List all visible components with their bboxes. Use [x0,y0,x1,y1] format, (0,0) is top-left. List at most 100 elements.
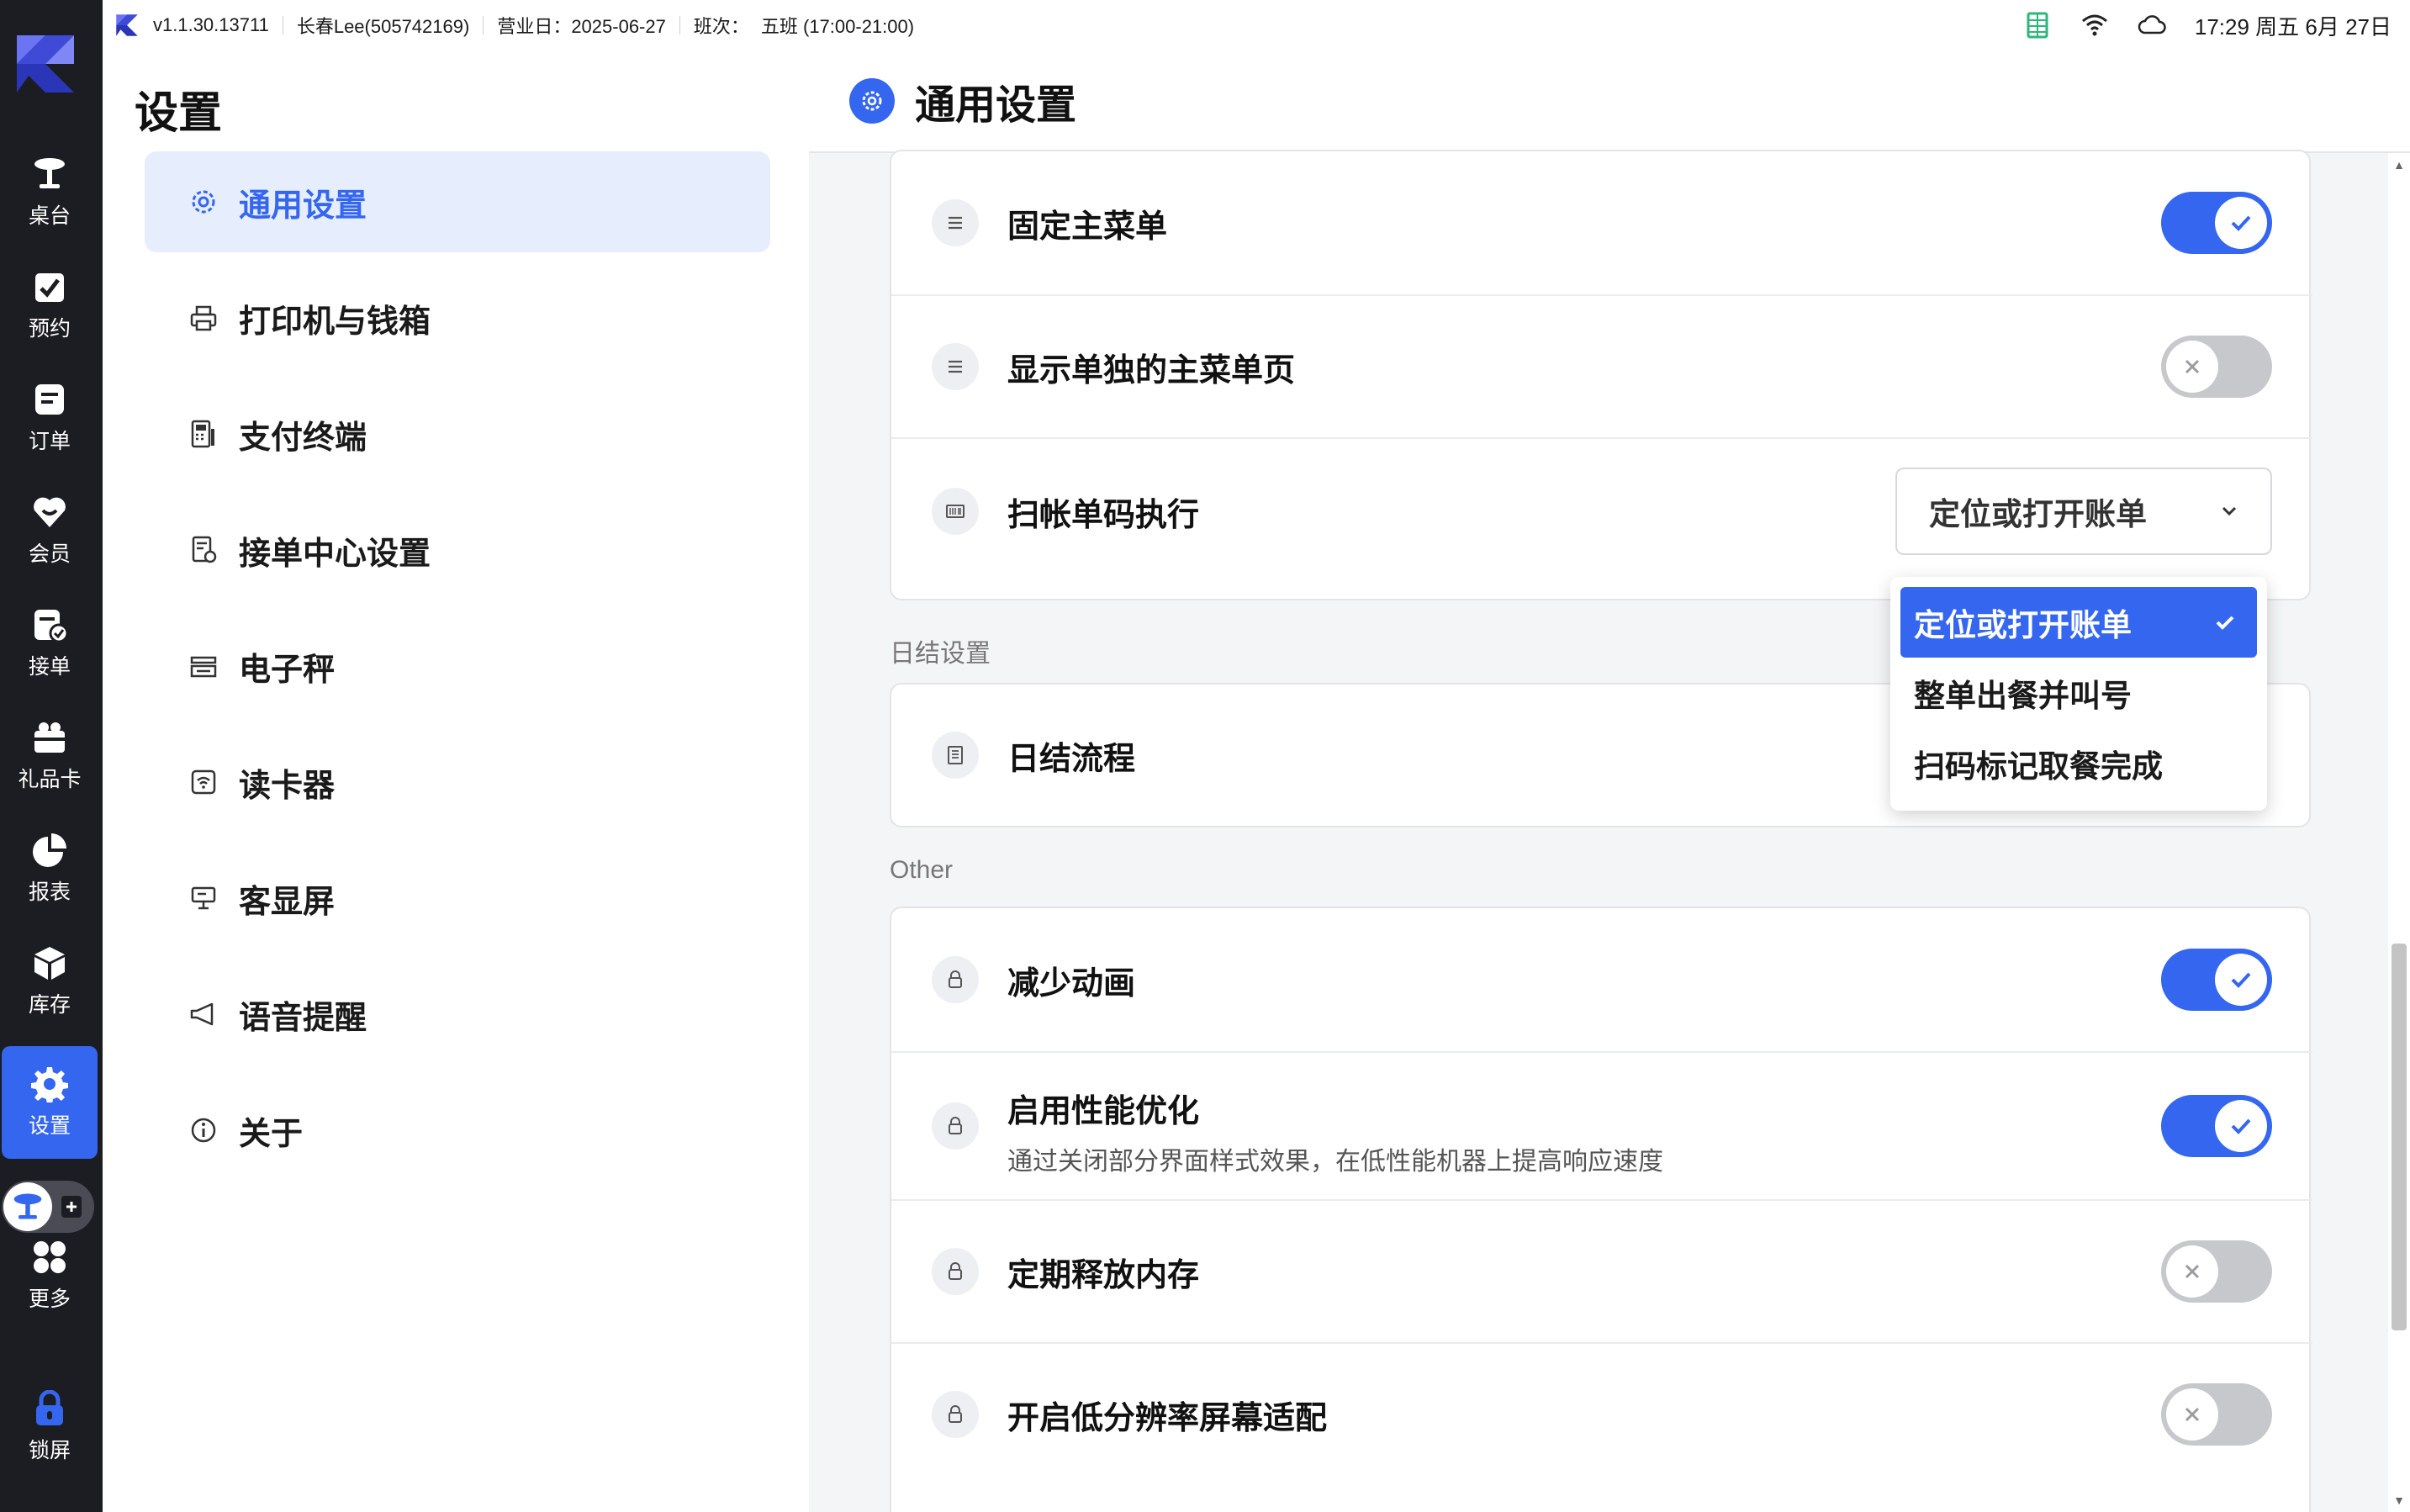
rail-label: 预约 [28,317,71,341]
nav-item-printer[interactable]: 打印机与钱箱 [145,267,770,368]
close-icon [2166,1245,2218,1298]
printer-icon [190,305,217,331]
lock-small-icon [932,956,979,1003]
rail-label: 会员 [28,542,71,566]
setting-label: 扫帐单码执行 [1007,497,1200,533]
dropdown-option-mark-pickup[interactable]: 扫码标记取餐完成 [1900,728,2257,799]
scroll-up-arrow[interactable]: ▲ [2393,158,2405,172]
toggle-low-resolution[interactable] [2161,1383,2272,1446]
rail-item-reports[interactable]: 报表 [0,812,99,925]
close-icon [2166,1388,2218,1441]
setting-label: 固定主菜单 [1007,209,1168,245]
order-center-icon [192,536,217,563]
toggle-separate-menu[interactable] [2161,336,2272,398]
check-icon [2215,954,2267,1006]
content-header: 通用设置 [809,50,2410,153]
toggle-release-memory[interactable] [2161,1240,2272,1303]
inventory-icon [34,947,65,980]
nav-item-label: 读卡器 [239,768,336,804]
scrollbar[interactable]: ▲ ▼ [2388,153,2410,1512]
clock-text: 17:29 周五 6月 27日 [2194,13,2392,40]
setting-label: 显示单独的主菜单页 [1007,352,1296,389]
scroll-down-arrow[interactable]: ▼ [2393,1493,2405,1507]
scan-bill-select[interactable]: 定位或打开账单 [1895,468,2272,555]
mode-switch-knob [3,1182,52,1231]
rail-item-accept-order[interactable]: 接单 [0,587,99,700]
rail-item-more[interactable]: 更多 [0,1229,99,1322]
dropdown-option-serve-call[interactable]: 整单出餐并叫号 [1900,658,2257,728]
rail-item-reservation[interactable]: 预约 [0,249,99,362]
setting-row-low-resolution: 开启低分辨率屏幕适配 [891,1342,2312,1485]
nav-item-about[interactable]: 关于 [145,1080,770,1181]
nav-item-order-center[interactable]: 接单中心设置 [145,500,770,600]
mode-switch[interactable] [2,1181,94,1233]
chevron-down-icon [2222,506,2237,516]
pos-terminal-icon [191,420,214,448]
setting-description: 通过关闭部分界面样式效果，在低性能机器上提高响应速度 [1007,1148,1663,1176]
nav-item-payment-terminal[interactable]: 支付终端 [145,383,770,484]
rail-item-lock[interactable]: 锁屏 [0,1371,99,1483]
rail-label: 设置 [28,1114,71,1138]
scale-icon [190,656,217,678]
lock-small-icon [932,1248,979,1295]
rail-label: 桌台 [28,204,71,228]
settings-icon [31,1067,68,1102]
rail-item-orders[interactable]: 订单 [0,362,99,474]
business-day-text: 营业日：2025-06-27 [497,16,666,37]
setting-row-separate-menu: 显示单独的主菜单页 [891,294,2312,437]
app-logo [17,35,74,93]
app-rail: 桌台 预约 订单 会员 接单 礼品卡 报表 库存 设置 更多 锁屏 [0,0,103,1512]
rail-item-gift-card[interactable]: 礼品卡 [0,700,99,812]
spreadsheet-icon[interactable] [2023,11,2052,40]
toggle-fixed-menu[interactable] [2161,192,2272,254]
option-label: 整单出餐并叫号 [1914,679,2132,713]
menu-lines-icon [932,343,979,390]
section-title-daily: 日结设置 [890,640,991,668]
nav-item-scale[interactable]: 电子秤 [145,616,770,716]
scrollbar-thumb[interactable] [2392,944,2407,1330]
nav-item-label: 通用设置 [239,188,367,224]
list-icon [932,732,979,779]
general-card: 固定主菜单 显示单独的主菜单页 扫帐单码执行 定位或打开账单 [890,150,2312,600]
more-icon [34,1241,66,1273]
reservation-icon [35,273,64,302]
rail-label: 更多 [28,1287,71,1311]
cloud-icon[interactable] [2138,11,2166,40]
wifi-icon[interactable] [2080,11,2109,40]
rail-label: 礼品卡 [18,768,82,791]
rail-item-inventory[interactable]: 库存 [0,925,99,1038]
table-icon [34,158,65,188]
content-title: 通用设置 [915,83,1077,128]
setting-row-fixed-menu: 固定主菜单 [891,151,2312,294]
card-reader-icon [191,769,216,795]
accept-order-icon [34,610,68,643]
add-page-icon [61,1196,82,1218]
nav-item-label: 打印机与钱箱 [239,304,431,340]
nav-item-voice-alert[interactable]: 语音提醒 [145,964,770,1065]
rail-item-settings[interactable]: 设置 [2,1046,98,1159]
divider [679,16,680,34]
divider [483,16,484,34]
toggle-performance[interactable] [2161,1095,2272,1157]
nav-item-general[interactable]: 通用设置 [145,151,770,252]
nav-item-customer-display[interactable]: 客显屏 [145,848,770,949]
setting-label: 开启低分辨率屏幕适配 [1007,1400,1328,1436]
settings-nav: 设置 通用设置 打印机与钱箱 支付终端 接单中心设置 电子秤 读卡器 客显屏 语… [103,50,809,1512]
nav-item-label: 电子秤 [239,652,336,688]
check-icon [2215,197,2267,249]
info-icon [191,1118,216,1143]
toggle-reduce-animation[interactable] [2161,949,2272,1011]
option-label: 扫码标记取餐完成 [1914,749,2163,784]
nav-item-card-reader[interactable]: 读卡器 [145,732,770,833]
rail-label: 锁屏 [28,1439,71,1462]
gear-icon [192,190,215,214]
other-card: 减少动画 启用性能优化 通过关闭部分界面样式效果，在低性能机器上提高响应速度 定… [890,907,2312,1512]
nav-item-label: 支付终端 [239,420,367,456]
nav-item-label: 语音提醒 [239,1000,367,1036]
rail-item-members[interactable]: 会员 [0,474,99,587]
status-right: 17:29 周五 6月 27日 [2023,0,2392,50]
setting-row-performance: 启用性能优化 通过关闭部分界面样式效果，在低性能机器上提高响应速度 [891,1051,2312,1199]
dropdown-option-locate-bill[interactable]: 定位或打开账单 [1900,587,2257,658]
nav-item-label: 关于 [239,1116,304,1152]
rail-item-tables[interactable]: 桌台 [0,136,99,249]
